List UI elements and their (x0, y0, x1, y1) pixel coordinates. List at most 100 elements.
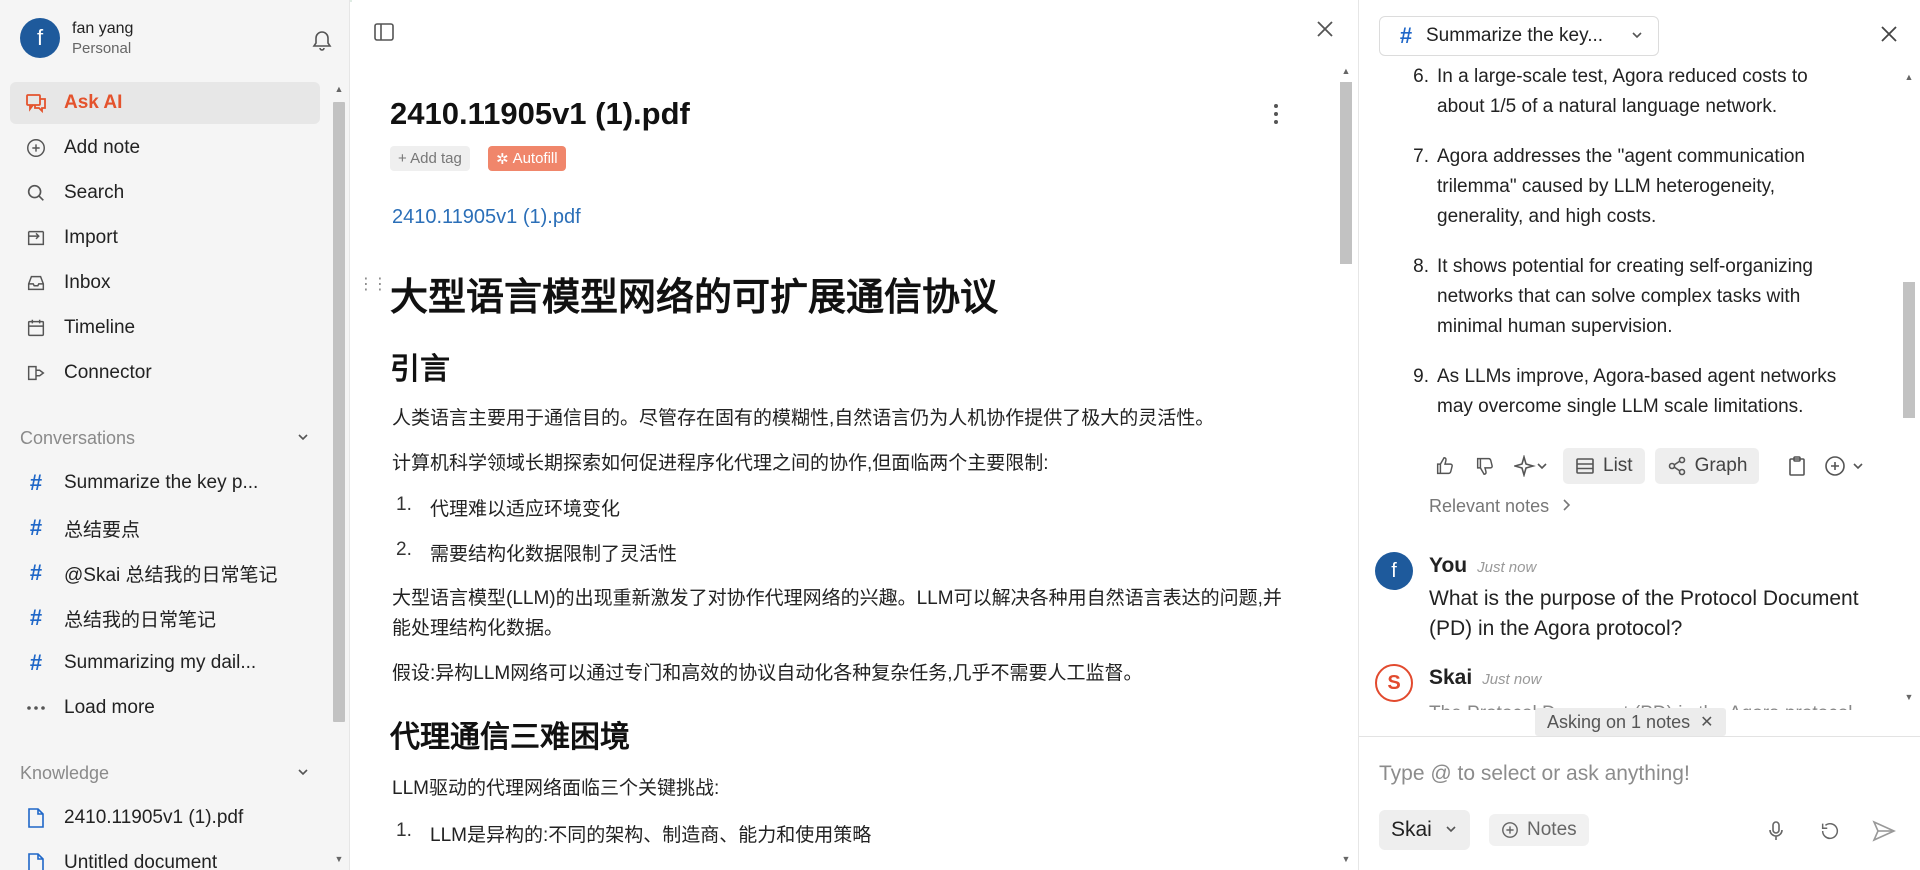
nav-ask-ai[interactable]: Ask AI (10, 82, 320, 124)
nav-import[interactable]: Import (10, 217, 320, 259)
knowledge-header[interactable]: Knowledge (20, 763, 310, 784)
scrollbar-thumb[interactable] (1340, 82, 1352, 264)
knowledge-label: 2410.11905v1 (1).pdf (64, 807, 244, 828)
list-view-button[interactable]: List (1563, 448, 1645, 484)
conversations-title: Conversations (20, 428, 136, 448)
hash-icon: # (29, 470, 43, 495)
hash-icon: # (29, 605, 43, 630)
thumbs-down-icon[interactable] (1471, 452, 1499, 480)
workspace-name: Personal (72, 39, 132, 57)
chevron-down-icon (296, 763, 310, 784)
thumbs-up-icon[interactable] (1431, 452, 1459, 480)
close-icon[interactable] (1314, 18, 1338, 42)
nav-label: Import (64, 227, 118, 248)
scrollbar-thumb[interactable] (333, 102, 345, 722)
scroll-up-arrow[interactable]: ▲ (1341, 66, 1351, 76)
conversation-item[interactable]: # 总结我的日常笔记 (10, 597, 320, 639)
scroll-up-arrow[interactable]: ▲ (334, 84, 344, 94)
nav-search[interactable]: Search (10, 172, 320, 214)
asking-context-chip[interactable]: Asking on 1 notes ✕ (1535, 708, 1726, 736)
conversation-item[interactable]: # Summarize the key p... (10, 462, 320, 504)
plus-circle-icon (1502, 822, 1518, 838)
drag-handle-icon[interactable]: ⋮⋮ (358, 274, 388, 294)
chevron-down-icon (1630, 28, 1644, 45)
graph-view-button[interactable]: Graph (1654, 448, 1760, 484)
user-avatar: f (1375, 552, 1413, 590)
nav-label: Inbox (64, 272, 111, 293)
nav-inbox[interactable]: Inbox (10, 262, 320, 304)
conversation-select[interactable]: # Summarize the key... (1379, 16, 1659, 56)
user-message: What is the purpose of the Protocol Docu… (1429, 587, 1859, 640)
section-heading: 代理通信三难困境 (390, 721, 630, 754)
relevant-notes-label: Relevant notes (1429, 496, 1550, 516)
scroll-down-arrow[interactable]: ▼ (334, 854, 344, 864)
answer-number: 8. (1413, 256, 1429, 277)
author-name: You (1429, 554, 1468, 577)
hash-icon: # (29, 515, 43, 540)
nav-connector[interactable]: Connector (10, 352, 320, 394)
bell-icon[interactable] (310, 28, 334, 52)
scroll-down-arrow[interactable]: ▼ (1341, 854, 1351, 864)
divider (1359, 736, 1920, 737)
sparkle-icon[interactable] (1511, 452, 1551, 480)
chevron-down-icon (1444, 822, 1458, 839)
sidebar-scrollbar[interactable]: ▲ ▼ (330, 80, 348, 870)
calendar-icon (24, 316, 48, 340)
skai-avatar: S (1375, 664, 1413, 702)
knowledge-label: Untitled document (64, 852, 218, 870)
conversation-item[interactable]: # Summarizing my dail... (10, 642, 320, 684)
knowledge-item[interactable]: Untitled document (10, 842, 320, 870)
chat-input[interactable] (1379, 762, 1899, 786)
document-link[interactable]: 2410.11905v1 (1).pdf (392, 206, 581, 229)
list-item: 1. LLM是异构的:不同的架构、制造商、能力和使用策略 (396, 820, 872, 846)
list-item: 2. 需要结构化数据限制了灵活性 (396, 539, 678, 565)
nav-add-note[interactable]: Add note (10, 127, 320, 169)
more-vertical-icon[interactable] (1272, 102, 1284, 130)
document-scrollbar[interactable]: ▲ ▼ (1337, 62, 1355, 870)
notes-button[interactable]: Notes (1489, 814, 1589, 846)
relevant-notes-link[interactable]: Relevant notes (1429, 496, 1571, 517)
paragraph: 计算机科学领域长期探索如何促进程序化代理之间的协作,但面临两个主要限制: (392, 453, 1049, 474)
nav-label: Connector (64, 362, 152, 383)
autofill-button[interactable]: ✲ Autofill (488, 146, 566, 171)
add-circle-icon[interactable] (1823, 452, 1867, 480)
microphone-icon[interactable] (1763, 818, 1789, 844)
document-heading-1: 大型语言模型网络的可扩展通信协议 (390, 277, 999, 319)
chevron-right-icon (1561, 496, 1571, 517)
chat-scrollbar[interactable]: ▲ ▼ (1900, 70, 1918, 706)
profile[interactable]: f fan yang Personal (20, 18, 133, 58)
add-tag-button[interactable]: + Add tag (390, 146, 470, 171)
answer-list-item: 6. In a large-scale test, Agora reduced … (1413, 62, 1857, 122)
paragraph: 假设:异构LLM网络可以通过专门和高效的协议自动化各种复杂任务,几乎不需要人工监… (392, 663, 1143, 684)
answer-list-item: 8. It shows potential for creating self-… (1413, 252, 1857, 342)
notes-label: Notes (1527, 819, 1577, 840)
send-icon[interactable] (1871, 818, 1897, 844)
sidebar: f fan yang Personal Ask AI Add note Sear… (0, 0, 350, 870)
nav-label: Add note (64, 137, 141, 158)
close-icon[interactable] (1879, 24, 1901, 46)
nav-timeline[interactable]: Timeline (10, 307, 320, 349)
scrollbar-thumb[interactable] (1903, 282, 1915, 418)
document-icon (24, 851, 48, 870)
hash-icon: # (29, 560, 43, 585)
message-author: Skai Just now (1429, 666, 1541, 690)
refresh-icon[interactable] (1817, 818, 1843, 844)
connector-icon (24, 361, 48, 385)
document-title[interactable]: 2410.11905v1 (1).pdf (390, 96, 690, 132)
conversation-item[interactable]: # @Skai 总结我的日常笔记 (10, 552, 320, 594)
ellipsis-icon (24, 696, 48, 720)
answer-text: In a large-scale test, Agora reduced cos… (1437, 66, 1808, 117)
chat-bubbles-icon (24, 91, 48, 115)
clipboard-icon[interactable] (1783, 452, 1811, 480)
sidebar-toggle-icon[interactable] (372, 20, 396, 44)
close-icon[interactable]: ✕ (1700, 712, 1713, 732)
knowledge-item[interactable]: 2410.11905v1 (1).pdf (10, 797, 320, 839)
model-select[interactable]: Skai (1379, 810, 1470, 850)
scroll-down-arrow[interactable]: ▼ (1904, 692, 1914, 702)
load-more-button[interactable]: Load more (10, 687, 320, 729)
conversation-item[interactable]: # 总结要点 (10, 507, 320, 549)
conversations-header[interactable]: Conversations (20, 428, 310, 449)
hash-icon: # (1399, 23, 1413, 48)
conversation-label: Summarizing my dail... (64, 652, 257, 673)
scroll-up-arrow[interactable]: ▲ (1904, 72, 1914, 82)
